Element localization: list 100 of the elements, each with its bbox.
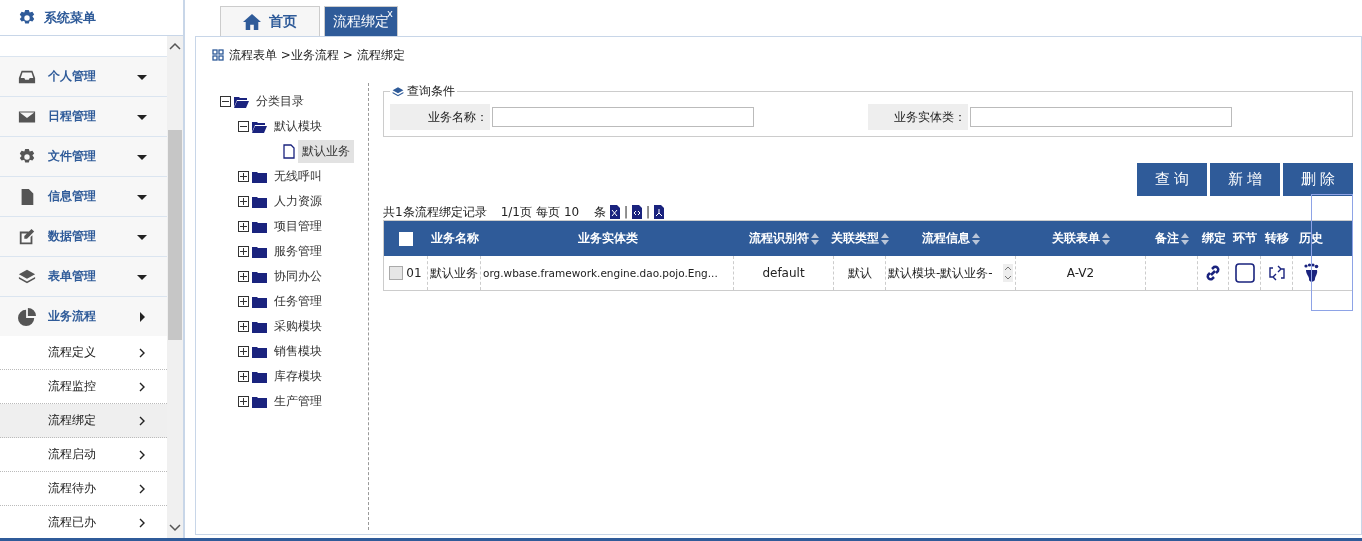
xml-export-icon[interactable] (632, 205, 642, 219)
action-button[interactable]: 删 除 (1283, 163, 1353, 196)
collapse-icon[interactable] (220, 96, 231, 107)
expand-icon[interactable] (238, 321, 249, 332)
menu-group[interactable]: 文件管理 (0, 136, 167, 176)
tree-item[interactable]: 默认模块 (270, 115, 326, 138)
folder-icon (252, 245, 267, 258)
caret-icon (137, 311, 147, 322)
home-icon (243, 12, 261, 31)
menu-group[interactable]: 个人管理 (0, 56, 167, 96)
scrollbar[interactable] (167, 36, 183, 538)
pdf-export-icon[interactable] (654, 205, 665, 219)
row-checkbox[interactable] (389, 266, 404, 280)
tree-item[interactable]: 任务管理 (270, 290, 326, 313)
expand-icon[interactable] (238, 196, 249, 207)
file-icon (283, 144, 295, 159)
page-size-value: 10 (563, 205, 581, 219)
breadcrumb: 流程表单 >业务流程 > 流程绑定 (229, 46, 405, 64)
table-cell: 默认 (834, 256, 886, 290)
expand-icon[interactable] (238, 296, 249, 307)
caret-icon (137, 449, 147, 460)
link-icon[interactable] (1204, 264, 1222, 282)
caret-icon (137, 347, 147, 358)
scroll-down-icon[interactable] (169, 524, 181, 532)
expand-icon[interactable] (238, 246, 249, 257)
column-header: 绑定 (1201, 230, 1226, 247)
expand-icon[interactable] (238, 271, 249, 282)
input-field[interactable] (970, 107, 1232, 127)
table-cell: 默认业务 (428, 256, 481, 290)
menu-group[interactable]: 日程管理 (0, 96, 167, 136)
column-header: 环节 (1233, 230, 1257, 247)
tree-item[interactable]: 销售模块 (270, 340, 326, 363)
expand-icon[interactable] (238, 396, 249, 407)
field-label: 业务实体类： (868, 104, 968, 130)
column-header: 历史 (1299, 230, 1323, 247)
folder-icon (234, 95, 249, 108)
table-cell: org.wbase.framework.engine.dao.pojo.Eng... (481, 256, 734, 290)
sort-icon (811, 232, 819, 245)
scroll-up-icon[interactable] (169, 42, 181, 50)
folder-icon (252, 270, 267, 283)
excel-export-icon[interactable] (609, 205, 620, 219)
folder-icon (252, 120, 267, 133)
expand-icon[interactable] (238, 221, 249, 232)
tree-item[interactable]: 协同办公 (270, 265, 326, 288)
tree-item[interactable]: 生产管理 (270, 390, 326, 413)
folder-icon (252, 295, 267, 308)
row-number: 01 (406, 266, 422, 280)
tree-item[interactable]: 库存模块 (270, 365, 326, 388)
menu-item[interactable]: 流程绑定 (0, 404, 167, 438)
layers-icon (392, 85, 404, 98)
tree-item[interactable]: 采购模块 (270, 315, 326, 338)
menu-group[interactable]: 数据管理 (0, 216, 167, 256)
tree-item[interactable]: 服务管理 (270, 240, 326, 263)
table-cell: 默认模块-默认业务- (888, 264, 993, 282)
sort-icon (1181, 232, 1189, 245)
column-header: 关联类型 (831, 230, 879, 247)
expand-icon[interactable] (238, 171, 249, 182)
action-button[interactable]: 查 询 (1137, 163, 1207, 196)
pie-chart-icon (18, 307, 36, 326)
menu-group[interactable]: 表单管理 (0, 256, 167, 296)
fieldset-legend: 查询条件 (407, 83, 455, 100)
table-cell: A-V2 (1016, 256, 1146, 290)
column-header: 流程识别符 (749, 230, 809, 247)
square-icon[interactable] (1234, 263, 1255, 283)
column-header: 流程信息 (922, 230, 970, 247)
caret-icon (137, 483, 147, 494)
expand-icon[interactable] (238, 371, 249, 382)
tree-item[interactable]: 分类目录 (252, 90, 308, 113)
tree-item[interactable]: 人力资源 (270, 190, 326, 213)
select-all-checkbox[interactable] (399, 231, 413, 246)
layers-icon (18, 267, 36, 286)
folder-icon (252, 195, 267, 208)
sort-icon (1102, 232, 1110, 245)
input-field[interactable] (492, 107, 754, 127)
menu-group[interactable]: 信息管理 (0, 176, 167, 216)
page-info: 1/1页 (500, 203, 532, 221)
page-size-label: 每页 (535, 203, 560, 221)
collapse-icon[interactable] (238, 121, 249, 132)
tree-item[interactable]: 无线呼叫 (270, 165, 326, 188)
separator: | (623, 205, 628, 219)
footprint-icon[interactable] (1303, 263, 1319, 283)
action-button[interactable]: 新 增 (1210, 163, 1280, 196)
record-count: 共1条流程绑定记录 (383, 203, 487, 221)
separator: | (646, 205, 651, 219)
page-size-unit: 条 (593, 203, 606, 221)
expand-icon[interactable] (238, 346, 249, 357)
sort-icon (972, 232, 980, 245)
folder-icon (252, 370, 267, 383)
tab[interactable]: 首页 (220, 6, 320, 36)
menu-group[interactable]: 业务流程 (0, 296, 167, 336)
edit-icon (18, 227, 36, 246)
tree-item[interactable]: 项目管理 (270, 215, 326, 238)
tree-item[interactable]: 默认业务 (298, 140, 354, 163)
transfer-icon[interactable] (1267, 265, 1286, 281)
column-header: 关联表单 (1052, 230, 1100, 247)
folder-icon (252, 395, 267, 408)
sort-icon (881, 232, 889, 245)
column-header: 业务实体类 (577, 230, 638, 247)
close-button[interactable]: x (387, 8, 393, 19)
spinner-icon[interactable] (1003, 264, 1013, 282)
